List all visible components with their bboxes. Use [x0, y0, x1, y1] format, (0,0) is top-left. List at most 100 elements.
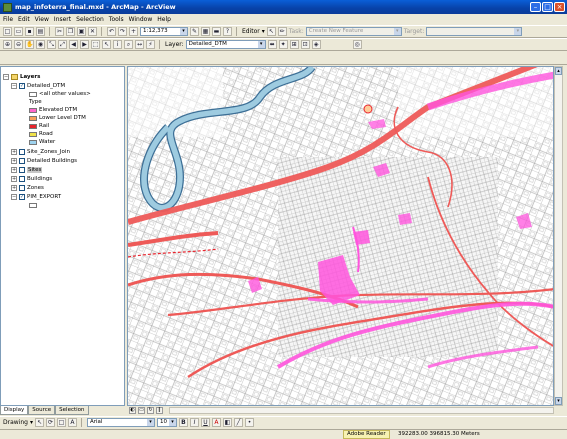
layer-checkbox[interactable]: ✓	[19, 194, 25, 200]
arctoolbox-icon[interactable]: ▦	[201, 27, 210, 36]
new-icon[interactable]: □	[3, 27, 12, 36]
marker-color-icon[interactable]: •	[244, 418, 254, 427]
line-color-icon[interactable]: ╱	[233, 418, 243, 427]
pause-draw-icon[interactable]: ∥	[156, 406, 163, 414]
refresh-icon[interactable]: ↻	[147, 406, 154, 414]
expand-icon[interactable]: +	[11, 158, 17, 164]
underline-button[interactable]: U	[200, 418, 210, 427]
georef-icon-4[interactable]: ⊡	[300, 40, 310, 49]
toc-layer[interactable]: − ✓ PIM_EXPORT	[11, 193, 61, 201]
help-icon[interactable]: ?	[223, 27, 232, 36]
menu-help[interactable]: Help	[157, 16, 171, 23]
menu-selection[interactable]: Selection	[76, 16, 104, 23]
add-data-icon[interactable]: +	[129, 27, 138, 36]
fill-color-icon[interactable]: ◧	[222, 418, 232, 427]
layer-combo[interactable]: Detailed_DTM ▾	[185, 40, 266, 49]
menu-view[interactable]: View	[35, 16, 49, 23]
select-features-icon[interactable]: ⬚	[91, 40, 100, 49]
redo-icon[interactable]: ↷	[118, 27, 127, 36]
text-icon[interactable]: A	[67, 418, 77, 427]
target-combo[interactable]: ▾	[426, 27, 523, 36]
find-icon[interactable]: ⌕	[124, 40, 133, 49]
print-icon[interactable]: ▤	[36, 27, 45, 36]
map-vertical-scrollbar[interactable]: ▴ ▾	[554, 66, 563, 406]
undo-icon[interactable]: ↶	[107, 27, 116, 36]
collapse-icon[interactable]: −	[3, 74, 9, 80]
pan-icon[interactable]: ✋	[25, 40, 34, 49]
map-horizontal-scrollbar[interactable]	[169, 406, 554, 414]
close-button[interactable]: ×	[554, 2, 565, 12]
delete-icon[interactable]: ✕	[88, 27, 97, 36]
maximize-button[interactable]: □	[542, 2, 553, 12]
scroll-up-icon[interactable]: ▴	[555, 67, 562, 75]
tab-selection[interactable]: Selection	[55, 406, 89, 415]
toc-layer[interactable]: + Site_Zones_Join	[11, 148, 70, 156]
georef-icon-3[interactable]: ⊞	[289, 40, 299, 49]
georef-icon-5[interactable]: ◈	[311, 40, 321, 49]
taskbar-adobe-reader[interactable]: Adobe Reader	[343, 430, 390, 439]
italic-button[interactable]: I	[189, 418, 199, 427]
layer-checkbox[interactable]	[19, 167, 25, 173]
expand-icon[interactable]: +	[11, 185, 17, 191]
minimize-button[interactable]: –	[530, 2, 541, 12]
expand-icon[interactable]: +	[11, 167, 17, 173]
toc-layer[interactable]: + Sites	[11, 166, 43, 174]
copy-icon[interactable]: ❐	[66, 27, 75, 36]
font-size-combo[interactable]: 10 ▾	[156, 418, 177, 427]
fixed-zoom-out-icon[interactable]: ⤢	[58, 40, 67, 49]
menu-edit[interactable]: Edit	[18, 16, 30, 23]
measure-icon[interactable]: ↔	[135, 40, 144, 49]
paste-icon[interactable]: ▣	[77, 27, 86, 36]
layer-checkbox[interactable]	[19, 176, 25, 182]
forward-icon[interactable]: ▶	[80, 40, 89, 49]
zoom-out-icon[interactable]: ⊖	[14, 40, 23, 49]
editor-toolbar-icon[interactable]: ✎	[190, 27, 199, 36]
font-color-button[interactable]: A	[211, 418, 221, 427]
save-icon[interactable]: ▪	[25, 27, 34, 36]
georef-icon-2[interactable]: ✦	[278, 40, 288, 49]
identify-icon[interactable]: i	[113, 40, 122, 49]
tab-source[interactable]: Source	[28, 406, 56, 415]
select-elements-icon[interactable]: ↖	[34, 418, 44, 427]
expand-icon[interactable]: +	[11, 149, 17, 155]
menu-tools[interactable]: Tools	[109, 16, 124, 23]
layout-view-icon[interactable]: ◎	[352, 40, 362, 49]
hyperlink-icon[interactable]: ⚡	[146, 40, 155, 49]
toc-layer[interactable]: + Detailed Buildings	[11, 157, 77, 165]
drawing-menu[interactable]: Drawing	[3, 419, 28, 426]
toc-layer-detailed-dtm[interactable]: − ✓ Detailed_DTM	[11, 82, 65, 90]
collapse-icon[interactable]: −	[11, 83, 17, 89]
drawing-dropdown-icon[interactable]: ▾	[30, 419, 33, 426]
georef-icon-1[interactable]: ⬌	[267, 40, 277, 49]
layer-checkbox[interactable]	[19, 185, 25, 191]
layout-view-icon[interactable]: ▭	[138, 406, 145, 414]
rotate-icon[interactable]: ⟳	[45, 418, 55, 427]
layer-checkbox[interactable]	[19, 158, 25, 164]
fixed-zoom-in-icon[interactable]: ⤡	[47, 40, 56, 49]
scroll-down-icon[interactable]: ▾	[555, 397, 562, 405]
layer-checkbox[interactable]	[19, 149, 25, 155]
tab-display[interactable]: Display	[0, 406, 29, 415]
zoom-in-icon[interactable]: ⊕	[3, 40, 12, 49]
editor-dropdown-icon[interactable]: ▾	[262, 28, 265, 35]
open-icon[interactable]: ▭	[14, 27, 23, 36]
font-combo[interactable]: Arial ▾	[86, 418, 155, 427]
collapse-icon[interactable]: −	[11, 194, 17, 200]
data-view-icon[interactable]: ◐	[129, 406, 136, 414]
editor-menu[interactable]: Editor	[242, 28, 260, 35]
sketch-tool-icon[interactable]: ✏	[277, 27, 287, 36]
toc-layer[interactable]: + Buildings	[11, 175, 52, 183]
select-elements-icon[interactable]: ↖	[102, 40, 111, 49]
layer-checkbox[interactable]: ✓	[19, 83, 25, 89]
map-canvas[interactable]	[127, 66, 554, 406]
cut-icon[interactable]: ✂	[55, 27, 64, 36]
scale-combo[interactable]: 1:12,373 ▾	[140, 27, 188, 36]
back-icon[interactable]: ◀	[69, 40, 78, 49]
edit-tool-icon[interactable]: ↖	[266, 27, 276, 36]
toc-layer[interactable]: + Zones	[11, 184, 44, 192]
command-line-icon[interactable]: ▬	[212, 27, 221, 36]
menu-window[interactable]: Window	[129, 16, 153, 23]
full-extent-icon[interactable]: ◉	[36, 40, 45, 49]
menu-file[interactable]: File	[3, 16, 13, 23]
rectangle-icon[interactable]: □	[56, 418, 66, 427]
